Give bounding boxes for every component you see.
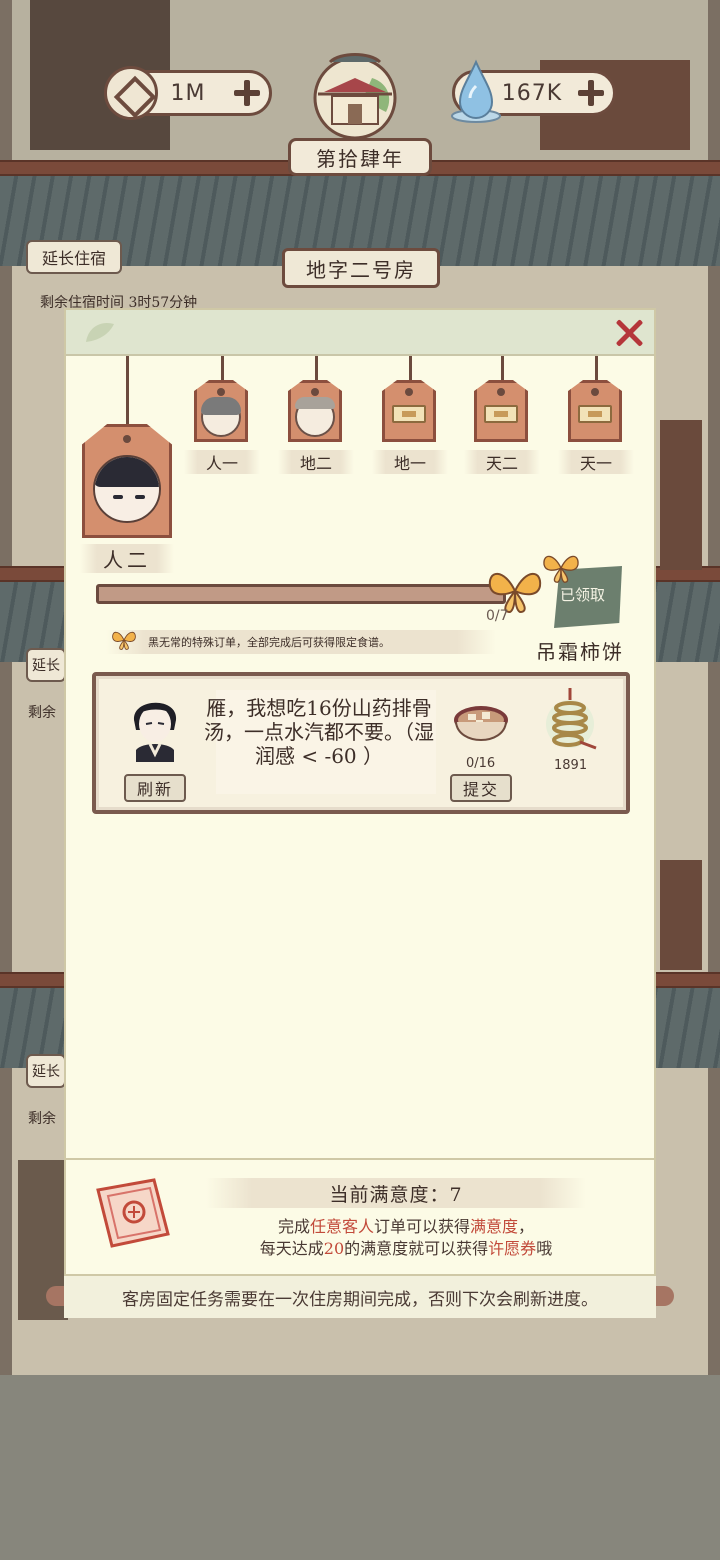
tag-label: 天二 <box>464 450 540 474</box>
tag-plate <box>568 380 622 442</box>
guest-portrait-icon <box>93 455 161 523</box>
tag-guest-1[interactable]: 人一 <box>184 356 260 476</box>
extend-stay-button-2[interactable]: 延长 <box>26 648 66 682</box>
room-title: 地字二号房 <box>282 248 440 288</box>
text-span: 完成 <box>277 1217 310 1236</box>
satisfaction-section: 当前满意度：7 完成任意客人订单可以获得满意度， 每天达成20的满意度就可以获得… <box>66 1158 654 1274</box>
tag-locked-3[interactable]: 天一 <box>558 356 634 476</box>
portrait-eye <box>135 495 145 499</box>
tag-hole <box>497 388 505 396</box>
tag-guest-2[interactable]: 地二 <box>278 356 354 476</box>
ginkgo-leaf-icon <box>86 322 114 342</box>
highlight-wish-ticket: 许愿券 <box>488 1239 537 1258</box>
panel-header <box>66 310 654 356</box>
highlight-satisfaction: 满意度 <box>470 1217 519 1236</box>
tag-plate <box>194 380 248 442</box>
tag-hole <box>123 435 131 443</box>
highlight-any-guest: 任意客人 <box>309 1217 374 1236</box>
tag-hole <box>311 388 319 396</box>
reward-claimed-label: 已领取 <box>560 586 606 604</box>
face-hair <box>201 397 241 415</box>
order-request-text: 雁，我想吃16份山药排骨汤，一点水汽都不要。（湿润感 < -60 ） <box>204 696 434 768</box>
portrait-hair <box>95 457 159 487</box>
coin-reward: 1891 <box>554 758 588 773</box>
text-span: ， <box>518 1217 535 1236</box>
locked-slot-icon <box>484 405 518 423</box>
bald-guest-icon <box>295 397 335 437</box>
tag-locked-1[interactable]: 地一 <box>372 356 448 476</box>
satisfaction-description: 完成任意客人订单可以获得满意度， 每天达成20的满意度就可以获得许愿券哦 <box>176 1216 636 1260</box>
text-span: 订单可以获得 <box>373 1217 470 1236</box>
remaining-time-3: 剩余 <box>28 1111 56 1127</box>
order-card: 刷新 雁，我想吃16份山药排骨汤，一点水汽都不要。（湿润感 < -60 ） 0/… <box>92 672 630 814</box>
add-coins-button[interactable] <box>231 77 263 109</box>
text-span: 哦 <box>536 1239 553 1258</box>
soup-count: 0/16 <box>466 756 496 771</box>
tag-label: 人二 <box>80 544 174 573</box>
gray-guest-icon <box>201 397 241 437</box>
highlight-target: 20 <box>323 1239 345 1258</box>
remaining-time-2: 剩余 <box>28 705 56 721</box>
furniture <box>660 420 702 570</box>
tag-label: 人一 <box>184 450 260 474</box>
locked-slot-icon <box>578 405 612 423</box>
wish-ticket-icon <box>96 1178 170 1248</box>
tag-plate <box>288 380 342 442</box>
black-impermanence-portrait-icon <box>133 702 177 762</box>
text-span: 每天达成 <box>259 1239 324 1258</box>
furniture <box>660 860 702 970</box>
extend-stay-button[interactable]: 延长住宿 <box>26 240 122 274</box>
tag-label: 地二 <box>278 450 354 474</box>
face-hair <box>295 397 335 409</box>
progress-count: 0/7 <box>486 608 509 624</box>
tag-hole <box>405 388 413 396</box>
year-label: 第拾肆年 <box>288 138 432 176</box>
room-task-panel: 人二 人一 地二 地一 天二 天一 0/7 已领取 吊霜柿饼 黑无常的特殊订单，… <box>64 308 656 1318</box>
add-water-button[interactable] <box>575 77 607 109</box>
refresh-button[interactable]: 刷新 <box>124 774 186 802</box>
satisfaction-title: 当前满意度：7 <box>329 1184 463 1206</box>
submit-button[interactable]: 提交 <box>450 774 512 802</box>
coin-string-reward-icon <box>546 688 597 750</box>
bottom-area <box>0 1375 720 1560</box>
water-drop-icon <box>451 59 501 123</box>
butterfly-icon <box>112 631 136 650</box>
tag-current-guest[interactable]: 人二 <box>80 356 174 573</box>
hint-text: 黑无常的特殊订单，全部完成后可获得限定食谱。 <box>148 636 390 649</box>
bottom-note: 客房固定任务需要在一次住房期间完成，否则下次会刷新进度。 <box>64 1274 656 1318</box>
satisfaction-line-1: 完成任意客人订单可以获得满意度， <box>176 1216 636 1238</box>
satisfaction-line-2: 每天达成20的满意度就可以获得许愿券哦 <box>176 1238 636 1260</box>
locked-slot-icon <box>392 405 426 423</box>
tag-label: 天一 <box>558 450 634 474</box>
close-button[interactable] <box>610 314 648 352</box>
tag-plate <box>382 380 436 442</box>
tag-plate <box>82 424 172 538</box>
butterfly-icon <box>543 555 579 583</box>
order-progress-bar <box>96 584 506 604</box>
tag-hole <box>591 388 599 396</box>
reward-name: 吊霜柿饼 <box>536 640 624 664</box>
pavilion-emblem-icon <box>313 53 397 140</box>
yam-rib-soup-icon <box>454 706 508 741</box>
tag-plate <box>474 380 528 442</box>
tag-locked-2[interactable]: 天二 <box>464 356 540 476</box>
copper-coin-icon <box>104 66 158 120</box>
text-span: 的满意度就可以获得 <box>344 1239 489 1258</box>
extend-stay-button-3[interactable]: 延长 <box>26 1054 66 1088</box>
tag-label: 地一 <box>372 450 448 474</box>
tag-hole <box>217 388 225 396</box>
portrait-eye <box>113 495 123 499</box>
